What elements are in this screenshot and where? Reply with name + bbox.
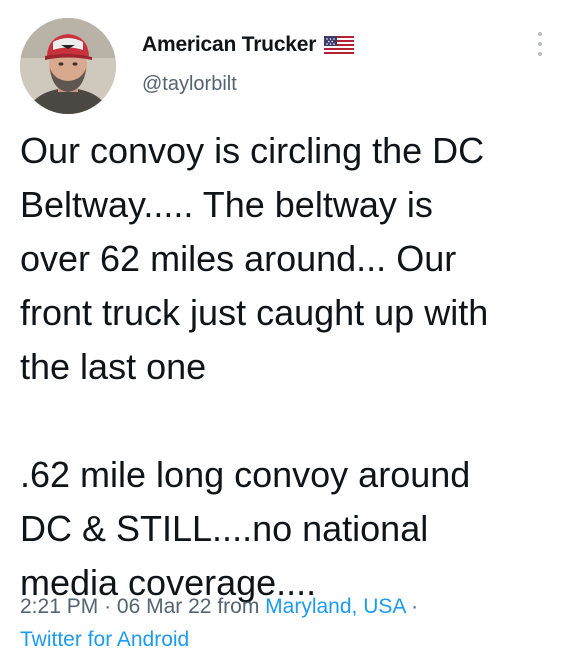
tweet-text-line: Beltway..... The beltway is	[20, 184, 433, 225]
us-flag-icon	[324, 36, 355, 54]
author-display-name[interactable]: American Trucker	[142, 33, 316, 57]
from-label: from	[217, 595, 260, 618]
tweet-text-line: the last one	[20, 346, 207, 387]
more-dot	[538, 32, 542, 36]
more-vertical-icon[interactable]	[530, 30, 550, 58]
more-dot	[538, 52, 542, 56]
tweet-meta-line-1: 2:21 PM · 06 Mar 22 from Maryland, USA ·	[20, 590, 565, 623]
avatar[interactable]	[20, 18, 116, 114]
author-handle[interactable]: @taylorbilt	[142, 73, 237, 96]
meta-separator: ·	[411, 595, 419, 618]
tweet-date[interactable]: 06 Mar 22	[117, 595, 212, 618]
author-name-row[interactable]: American Trucker	[142, 30, 355, 60]
tweet-text-line: front truck just caught up with	[20, 292, 489, 333]
tweet-time[interactable]: 2:21 PM	[20, 595, 98, 618]
tweet-metadata: 2:21 PM · 06 Mar 22 from Maryland, USA ·…	[20, 590, 565, 656]
source-app-link[interactable]: Twitter for Android	[20, 628, 189, 651]
tweet-text-line: Our convoy is circling the DC	[20, 130, 485, 171]
more-dot	[538, 42, 542, 46]
meta-separator: ·	[104, 595, 112, 618]
tweet-meta-line-2: Twitter for Android	[20, 623, 565, 656]
location-link[interactable]: Maryland, USA	[265, 595, 405, 618]
tweet-card: American Trucker @taylorbilt Our convoy …	[0, 0, 576, 670]
tweet-text-line: .62 mile long convoy around	[20, 454, 471, 495]
tweet-text-line: over 62 miles around... Our	[20, 238, 457, 279]
profile-avatar-icon	[20, 18, 116, 114]
tweet-text: Our convoy is circling the DC Beltway...…	[20, 124, 560, 610]
tweet-text-line: DC & STILL....no national	[20, 508, 429, 549]
